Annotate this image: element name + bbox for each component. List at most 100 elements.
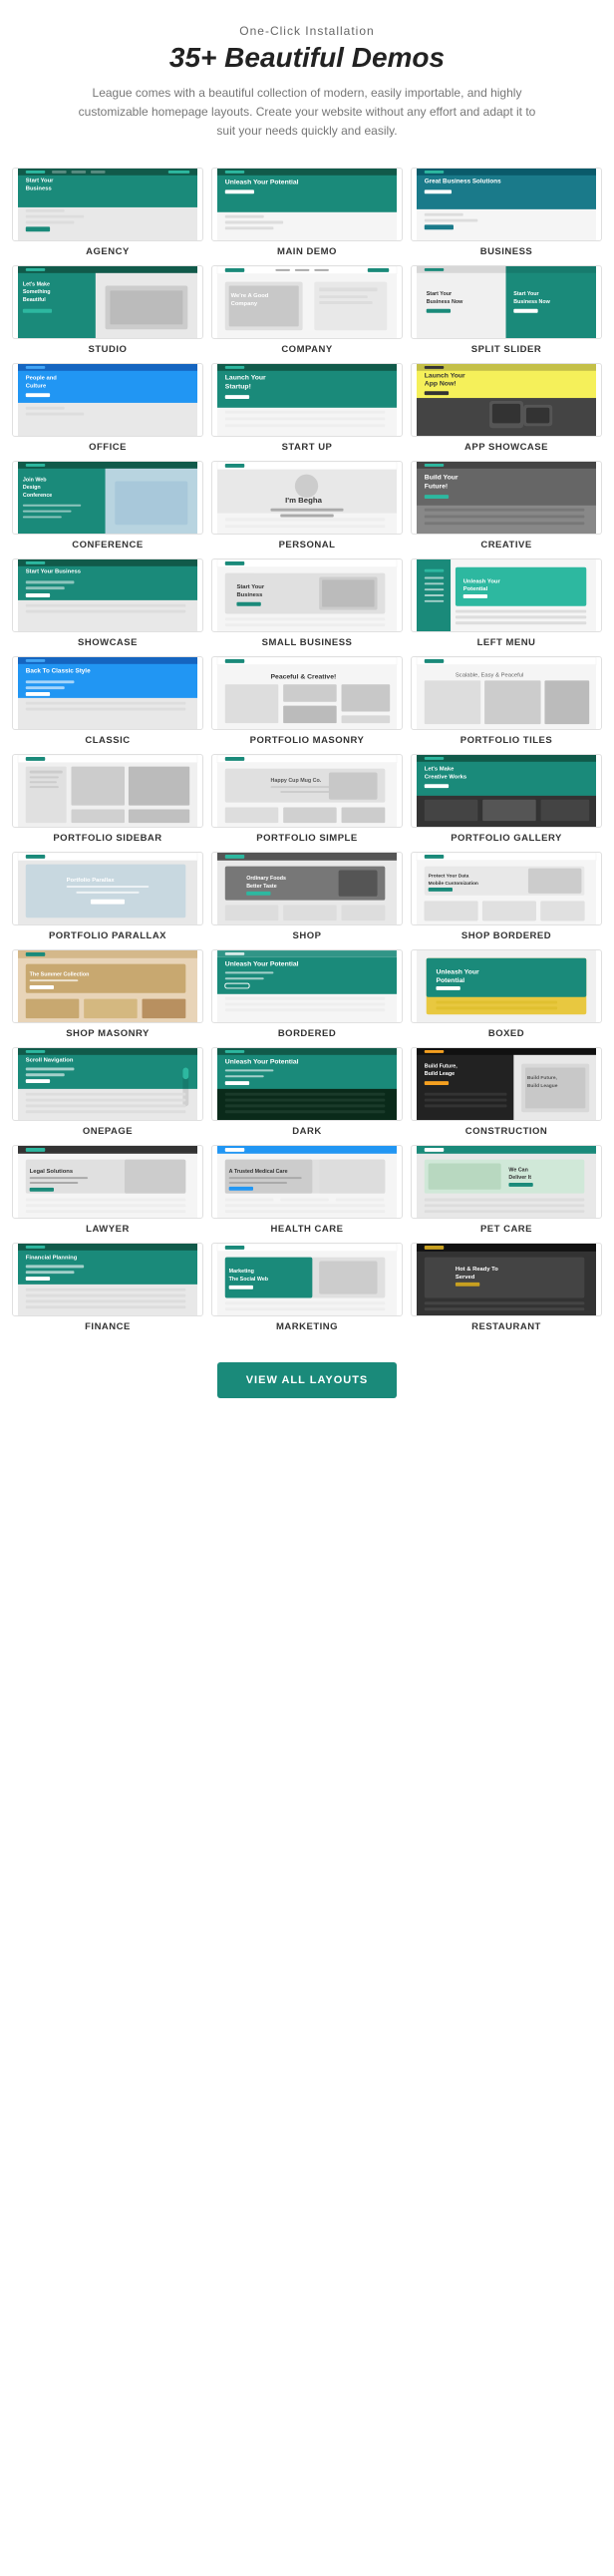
demo-item-main-demo[interactable]: Unleash Your Potential MAIN DEMO — [211, 168, 403, 257]
demo-thumb-onepage[interactable]: Scroll Navigation — [12, 1047, 203, 1121]
demo-item-health-care[interactable]: A Trusted Medical Care HEALTH CARE — [211, 1145, 403, 1235]
demo-thumb-startup[interactable]: Launch Your Startup! — [211, 363, 403, 437]
demo-item-shop-masonry[interactable]: The Summer Collection SHOP MASONRY — [12, 949, 203, 1039]
svg-text:We're A Good: We're A Good — [231, 293, 269, 299]
demo-thumb-portfolio-tiles[interactable]: Scalable, Easy & Peaceful — [411, 656, 602, 730]
svg-text:Let's Make: Let's Make — [23, 281, 50, 287]
demo-label-app: APP SHOWCASE — [464, 442, 548, 453]
demo-thumb-portfolio-sidebar[interactable] — [12, 754, 203, 828]
demo-item-finance[interactable]: Financial Planning FINANCE — [12, 1243, 203, 1332]
demo-item-shop[interactable]: Ordinary Foods Better Taste SHOP — [211, 852, 403, 941]
svg-text:Financial Planning: Financial Planning — [26, 1255, 78, 1261]
demo-item-construction[interactable]: Build Future, Build Leage Build Future, … — [411, 1047, 602, 1137]
demo-item-office[interactable]: People and Culture OFFICE — [12, 363, 203, 453]
svg-text:I'm Begha: I'm Begha — [285, 495, 322, 504]
demo-item-conference[interactable]: Join Web Design Conference CONFERENCE — [12, 461, 203, 551]
svg-text:The Summer Collection: The Summer Collection — [30, 971, 90, 977]
view-all-layouts-button[interactable]: VIEW ALL LAYOUTS — [217, 1362, 397, 1398]
demo-item-small-business[interactable]: Start Your Business SMALL BUSINESS — [211, 558, 403, 648]
demo-thumb-portfolio-simple[interactable]: Happy Cup Mug Co. — [211, 754, 403, 828]
demo-label-bordered: BORDERED — [278, 1028, 336, 1039]
svg-text:People and: People and — [26, 375, 58, 381]
demo-item-portfolio-sidebar[interactable]: PORTFOLIO SIDEBAR — [12, 754, 203, 844]
demo-item-bordered[interactable]: Unleash Your Potential BORDERED — [211, 949, 403, 1039]
demo-thumb-small-business[interactable]: Start Your Business — [211, 558, 403, 632]
demo-item-creative[interactable]: Build Your Future! CREATIVE — [411, 461, 602, 551]
demo-item-restaurant[interactable]: Hot & Ready To Served RESTAURANT — [411, 1243, 602, 1332]
demo-thumb-classic[interactable]: Back To Classic Style — [12, 656, 203, 730]
demo-thumb-main-demo[interactable]: Unleash Your Potential — [211, 168, 403, 241]
demo-thumb-portfolio-gallery[interactable]: Let's Make Creative Works — [411, 754, 602, 828]
demo-item-marketing[interactable]: Marketing The Social Web MARKETING — [211, 1243, 403, 1332]
svg-text:Back To Classic Style: Back To Classic Style — [26, 667, 91, 674]
demo-thumb-marketing[interactable]: Marketing The Social Web — [211, 1243, 403, 1316]
demo-item-portfolio-masonry[interactable]: Peaceful & Creative! PORTFOLIO MASONRY — [211, 656, 403, 746]
demo-item-classic[interactable]: Back To Classic Style CLASSIC — [12, 656, 203, 746]
demo-thumb-business[interactable]: Great Business Solutions — [411, 168, 602, 241]
demo-item-portfolio-gallery[interactable]: Let's Make Creative Works PORTFOLIO GALL… — [411, 754, 602, 844]
demo-thumb-health-care[interactable]: A Trusted Medical Care — [211, 1145, 403, 1219]
demo-label-lawyer: LAWYER — [86, 1224, 130, 1235]
demo-thumb-personal[interactable]: I'm Begha — [211, 461, 403, 535]
demo-label-shop-masonry: SHOP MASONRY — [66, 1028, 150, 1039]
demo-thumb-shop-bordered[interactable]: Protect Your Data Mobile Customization — [411, 852, 602, 925]
demo-item-showcase[interactable]: Start Your Business SHOWCASE — [12, 558, 203, 648]
demo-item-personal[interactable]: I'm Begha PERSONAL — [211, 461, 403, 551]
demo-item-pet-care[interactable]: We Can Deliver It PET CARE — [411, 1145, 602, 1235]
demo-item-dark[interactable]: Unleash Your Potential DARK — [211, 1047, 403, 1137]
demo-item-agency[interactable]: Start Your Business AGENCY — [12, 168, 203, 257]
demo-item-company[interactable]: We're A Good Company COMPANY — [211, 265, 403, 355]
demo-thumb-finance[interactable]: Financial Planning — [12, 1243, 203, 1316]
svg-text:Build Leage: Build Leage — [425, 1071, 455, 1077]
demo-thumb-conference[interactable]: Join Web Design Conference — [12, 461, 203, 535]
svg-text:Start Your: Start Your — [513, 291, 538, 297]
demo-item-portfolio-tiles[interactable]: Scalable, Easy & Peaceful PORTFOLIO TILE… — [411, 656, 602, 746]
header-title: 35+ Beautiful Demos — [20, 42, 594, 74]
demo-label-onepage: ONEPAGE — [83, 1126, 133, 1137]
svg-text:Hot & Ready To: Hot & Ready To — [456, 1267, 498, 1273]
demo-label-small-business: SMALL BUSINESS — [262, 637, 353, 648]
demo-thumb-split[interactable]: Start Your Business Now Start Your Busin… — [411, 265, 602, 339]
demo-thumb-shop[interactable]: Ordinary Foods Better Taste — [211, 852, 403, 925]
demo-thumb-creative[interactable]: Build Your Future! — [411, 461, 602, 535]
demo-thumb-construction[interactable]: Build Future, Build Leage Build Future, … — [411, 1047, 602, 1121]
demo-thumb-boxed[interactable]: Unleash Your Potential — [411, 949, 602, 1023]
svg-text:Potential: Potential — [436, 977, 464, 984]
demo-thumb-app[interactable]: Launch Your App Now! — [411, 363, 602, 437]
demo-thumb-restaurant[interactable]: Hot & Ready To Served — [411, 1243, 602, 1316]
demo-label-classic: CLASSIC — [85, 735, 130, 746]
demo-label-health-care: HEALTH CARE — [271, 1224, 344, 1235]
demo-thumb-portfolio-parallax[interactable]: Portfolio Parallax — [12, 852, 203, 925]
svg-text:Start Your: Start Your — [26, 178, 54, 184]
demo-item-portfolio-simple[interactable]: Happy Cup Mug Co. PORTFOLIO SIMPLE — [211, 754, 403, 844]
demo-thumb-bordered[interactable]: Unleash Your Potential — [211, 949, 403, 1023]
demo-thumb-company[interactable]: We're A Good Company — [211, 265, 403, 339]
demo-thumb-agency[interactable]: Start Your Business — [12, 168, 203, 241]
demo-thumb-shop-masonry[interactable]: The Summer Collection — [12, 949, 203, 1023]
demo-thumb-portfolio-masonry[interactable]: Peaceful & Creative! — [211, 656, 403, 730]
svg-text:Start Your Business: Start Your Business — [26, 568, 81, 574]
demo-item-portfolio-parallax[interactable]: Portfolio Parallax PORTFOLIO PARALLAX — [12, 852, 203, 941]
svg-text:Ordinary Foods: Ordinary Foods — [246, 876, 286, 882]
svg-text:Culture: Culture — [26, 383, 47, 389]
demo-item-split[interactable]: Start Your Business Now Start Your Busin… — [411, 265, 602, 355]
demo-thumb-showcase[interactable]: Start Your Business — [12, 558, 203, 632]
demo-item-shop-bordered[interactable]: Protect Your Data Mobile Customization S… — [411, 852, 602, 941]
demo-thumb-office[interactable]: People and Culture — [12, 363, 203, 437]
demo-thumb-left-menu[interactable]: Unleash Your Potential — [411, 558, 602, 632]
demo-item-lawyer[interactable]: Legal Solutions LAWYER — [12, 1145, 203, 1235]
demo-item-left-menu[interactable]: Unleash Your Potential LEFT MENU — [411, 558, 602, 648]
svg-text:Scroll Navigation: Scroll Navigation — [26, 1057, 74, 1063]
demo-item-onepage[interactable]: Scroll Navigation ONEPAGE — [12, 1047, 203, 1137]
demo-thumb-lawyer[interactable]: Legal Solutions — [12, 1145, 203, 1219]
svg-text:Scalable, Easy & Peaceful: Scalable, Easy & Peaceful — [456, 672, 523, 678]
demo-item-business[interactable]: Great Business Solutions BUSINESS — [411, 168, 602, 257]
demo-item-app[interactable]: Launch Your App Now! APP SHOWCASE — [411, 363, 602, 453]
demo-thumb-studio[interactable]: Let's Make Something Beautiful — [12, 265, 203, 339]
demo-item-startup[interactable]: Launch Your Startup! START UP — [211, 363, 403, 453]
svg-text:Unleash Your: Unleash Your — [463, 578, 501, 584]
demo-item-studio[interactable]: Let's Make Something Beautiful STUDIO — [12, 265, 203, 355]
demo-item-boxed[interactable]: Unleash Your Potential BOXED — [411, 949, 602, 1039]
demo-thumb-pet-care[interactable]: We Can Deliver It — [411, 1145, 602, 1219]
demo-thumb-dark[interactable]: Unleash Your Potential — [211, 1047, 403, 1121]
